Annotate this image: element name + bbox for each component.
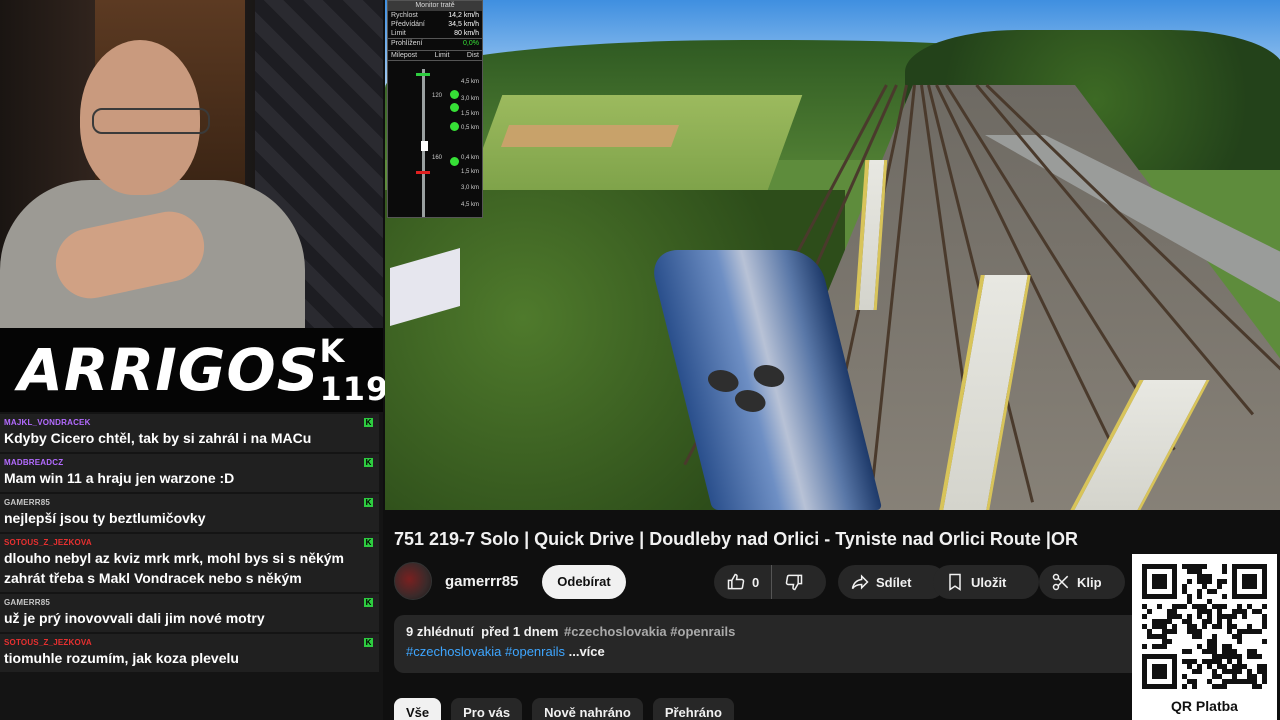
channel-name[interactable]: gamerrr85 bbox=[445, 573, 518, 590]
share-icon bbox=[851, 574, 869, 590]
roof-vent bbox=[732, 390, 768, 412]
chat-message: GAMERR85 už je prý inovovvali dali jim no… bbox=[0, 594, 379, 632]
channel-avatar[interactable] bbox=[394, 562, 432, 600]
channel-logo-text: ARRIGOS bbox=[18, 336, 320, 404]
chat-username: GAMERR85 bbox=[4, 498, 51, 507]
signal-marker-red bbox=[416, 171, 430, 174]
description-hashtags[interactable]: #czechoslovakia #openrails bbox=[406, 644, 565, 659]
gradient-label: Prohlížení bbox=[391, 40, 423, 47]
chat-message: SOTOUS_Z_JEZKOVAdlouho nebyl az kviz mrk… bbox=[0, 534, 379, 592]
qr-code bbox=[1142, 564, 1267, 689]
like-count: 0 bbox=[752, 574, 760, 590]
filter-chips: Vše Pro vás Nově nahráno Přehráno bbox=[394, 698, 734, 720]
video-title: 751 219-7 Solo | Quick Drive | Doudleby … bbox=[394, 529, 1078, 549]
qr-caption: QR Platba bbox=[1171, 698, 1238, 714]
chat-message: SOTOUS_Z_JEZKOVA tiomuhle rozumím, jak ko… bbox=[0, 634, 379, 672]
share-button[interactable]: Sdílet bbox=[838, 565, 946, 599]
chat-message: MAJKL_VONDRACEK Kdyby Cicero chtěl, tak b… bbox=[0, 414, 379, 452]
chat-panel: MAJKL_VONDRACEK Kdyby Cicero chtěl, tak b… bbox=[0, 412, 383, 720]
chat-text: dlouho nebyl az kviz mrk mrk, mohl bys s… bbox=[4, 550, 344, 586]
scissors-icon bbox=[1052, 573, 1069, 591]
webcam-feed bbox=[0, 0, 383, 328]
signal-light-icon bbox=[450, 122, 459, 131]
behind-dist: 1,5 km bbox=[460, 169, 479, 175]
ahead-limit: 120 bbox=[432, 93, 443, 99]
dislike-button[interactable] bbox=[772, 565, 816, 599]
chip-all[interactable]: Vše bbox=[394, 698, 442, 720]
col-dist: Dist bbox=[466, 52, 479, 59]
chat-message: GAMERR85 nejlepší jsou ty beztlumičovky K bbox=[0, 494, 379, 532]
train-position-icon bbox=[421, 141, 428, 151]
chat-message: MADBREADCZ Mam win 11 a hraju jen warzone… bbox=[0, 454, 379, 492]
streamer-glasses bbox=[92, 108, 210, 134]
clip-button[interactable]: Klip bbox=[1039, 565, 1125, 599]
chat-username: GAMERR85 bbox=[4, 598, 51, 607]
kick-badge-icon: K bbox=[364, 598, 373, 607]
limit-label: Limit bbox=[391, 30, 406, 37]
save-button[interactable]: Uložit bbox=[933, 565, 1039, 599]
signal-light-icon bbox=[450, 157, 459, 166]
gradient-value: 0,0% bbox=[463, 40, 479, 47]
description-box[interactable]: 9 zhlédnutí před 1 dnem #czechoslovakia … bbox=[394, 615, 1254, 673]
game-viewport[interactable]: Monitor tratě Rychlost 14,2 km/h Předvídá… bbox=[385, 0, 1280, 510]
roof-vent bbox=[705, 370, 741, 392]
qr-payment-overlay: QR Platba bbox=[1132, 554, 1277, 720]
limit-value: 80 km/h bbox=[454, 30, 479, 37]
projected-label: Předvídání bbox=[391, 21, 425, 28]
chat-text: nejlepší jsou ty beztlumičovky bbox=[4, 510, 206, 526]
projected-value: 34,5 km/h bbox=[448, 21, 479, 28]
chat-username: MAJKL_VONDRACEK bbox=[4, 418, 91, 427]
behind-limit: 160 bbox=[432, 155, 443, 161]
kick-badge-icon: K bbox=[364, 498, 373, 507]
ahead-dist: 0,5 km bbox=[460, 125, 479, 131]
thumbs-up-icon bbox=[727, 573, 745, 590]
stream-tag: K 119 bbox=[319, 332, 390, 408]
kick-badge-icon: K bbox=[364, 458, 373, 467]
share-label: Sdílet bbox=[876, 574, 912, 590]
clip-label: Klip bbox=[1077, 574, 1102, 590]
chat-text: Kdyby Cicero chtěl, tak by si zahrál i n… bbox=[4, 430, 312, 446]
channel-action-row: gamerrr85 Odebírat 0 Sdílet Uložit Klip bbox=[394, 562, 1254, 602]
ahead-dist: 4,5 km bbox=[460, 79, 479, 85]
chat-username: SOTOUS_Z_JEZKOVA bbox=[4, 638, 92, 647]
behind-dist: 0,4 km bbox=[460, 155, 479, 161]
speed-value: 14,2 km/h bbox=[448, 12, 479, 19]
chip-recently-uploaded[interactable]: Nově nahráno bbox=[532, 698, 643, 720]
chat-username: MADBREADCZ bbox=[4, 458, 64, 467]
upload-date: před 1 dnem bbox=[481, 624, 559, 639]
subscribe-button[interactable]: Odebírat bbox=[542, 565, 626, 599]
kick-badge-icon: K bbox=[364, 538, 373, 547]
view-count: 9 zhlédnutí bbox=[406, 624, 474, 639]
thumbs-down-icon bbox=[785, 574, 803, 591]
stream-brand-bar: ARRIGOS K 119 bbox=[0, 328, 388, 412]
chat-username: SOTOUS_Z_JEZKOVA bbox=[4, 538, 92, 547]
kick-badge-icon: K bbox=[364, 638, 373, 647]
header-hashtags[interactable]: #czechoslovakia #openrails bbox=[564, 624, 735, 639]
col-milepost: Milepost bbox=[391, 52, 418, 59]
roof-vent bbox=[751, 365, 787, 387]
ahead-dist: 3,0 km bbox=[460, 96, 479, 102]
like-dislike-group: 0 bbox=[714, 565, 826, 599]
kick-badge-icon: K bbox=[364, 418, 373, 427]
col-limit: Limit bbox=[434, 52, 450, 59]
save-label: Uložit bbox=[971, 574, 1007, 590]
behind-dist: 4,5 km bbox=[460, 202, 479, 208]
chip-watched[interactable]: Přehráno bbox=[652, 698, 734, 720]
signal-marker-green bbox=[416, 73, 430, 76]
track-monitor-title: Monitor tratě bbox=[388, 1, 482, 11]
track-monitor[interactable]: Monitor tratě Rychlost 14,2 km/h Předvídá… bbox=[387, 0, 483, 218]
chip-for-you[interactable]: Pro vás bbox=[451, 698, 523, 720]
ahead-dist: 1,5 km bbox=[460, 111, 479, 117]
speed-label: Rychlost bbox=[391, 12, 418, 19]
behind-dist: 3,0 km bbox=[460, 185, 479, 191]
field-strip bbox=[500, 125, 680, 147]
chat-text: už je prý inovovvali dali jim nové motry bbox=[4, 610, 265, 626]
bookmark-icon bbox=[949, 573, 961, 591]
signal-light-icon bbox=[450, 90, 459, 99]
signal-light-icon bbox=[450, 103, 459, 112]
chat-text: tiomuhle rozumím, jak koza plevelu bbox=[4, 650, 239, 666]
chat-text: Mam win 11 a hraju jen warzone :D bbox=[4, 470, 235, 486]
like-button[interactable]: 0 bbox=[714, 565, 773, 599]
show-more-link[interactable]: ...více bbox=[569, 644, 605, 659]
